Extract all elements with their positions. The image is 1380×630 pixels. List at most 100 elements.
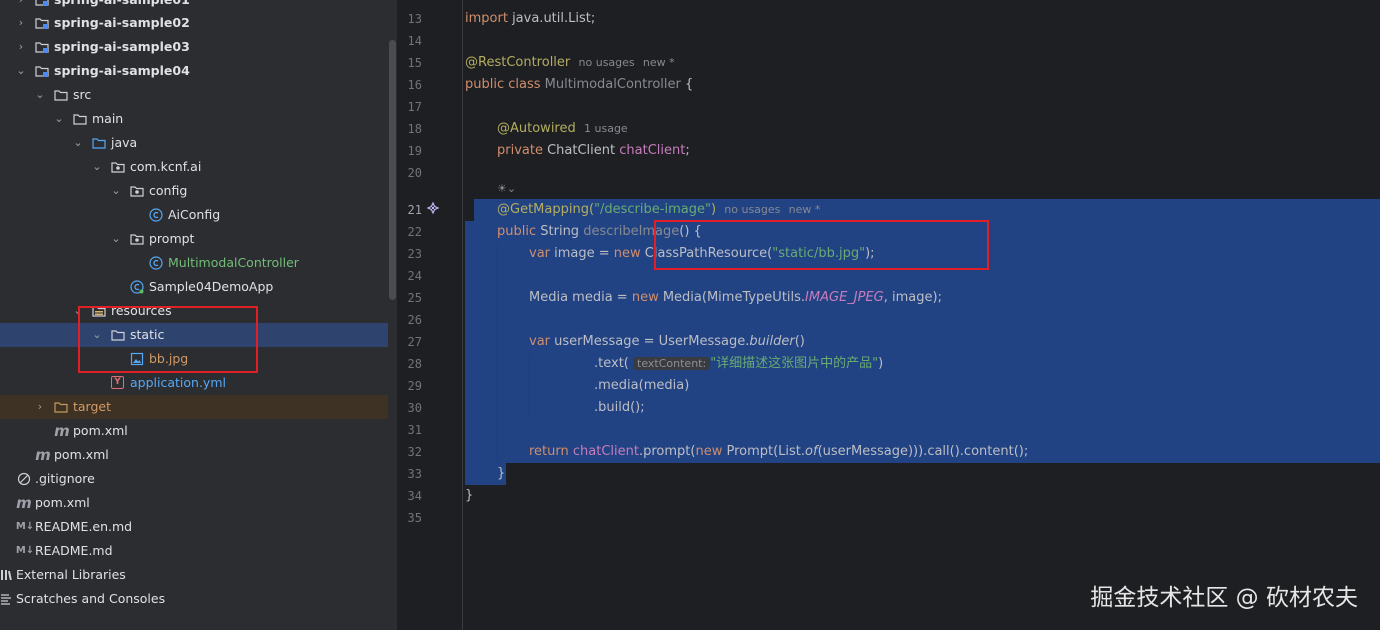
tree-item-label: spring-ai-sample02 bbox=[54, 15, 190, 30]
module-folder-icon bbox=[35, 66, 49, 77]
tree-item-src[interactable]: ⌄ src bbox=[0, 83, 388, 107]
tree-item-main[interactable]: ⌄ main bbox=[0, 107, 388, 131]
code-text: .prompt( bbox=[638, 444, 696, 459]
tree-item-label: java bbox=[111, 135, 138, 150]
line-number: 27 bbox=[407, 335, 422, 349]
code-text: Prompt(List. bbox=[722, 444, 806, 459]
code-line-25[interactable]: Media media = new Media(MimeTypeUtils.IM… bbox=[529, 287, 942, 309]
tree-item-external-libraries[interactable]: External Libraries bbox=[0, 563, 388, 587]
module-folder-icon bbox=[35, 18, 49, 29]
code-line-13[interactable]: import java.util.List; bbox=[465, 8, 595, 30]
annotation: @Autowired bbox=[497, 121, 576, 136]
tree-item-readme-md[interactable]: M↓ README.md bbox=[0, 539, 388, 563]
tree-item-multimodalcontroller[interactable]: MultimodalController bbox=[0, 251, 388, 275]
tree-item-pom-xml[interactable]: m pom.xml bbox=[0, 443, 388, 467]
chevron-down-icon[interactable]: ⌄ bbox=[53, 107, 65, 131]
keyword: var bbox=[529, 334, 551, 349]
tree-item-pom-xml[interactable]: m pom.xml bbox=[0, 419, 388, 443]
code-line-32[interactable]: return chatClient.prompt(new Prompt(List… bbox=[529, 441, 1028, 463]
code-line-33[interactable]: } bbox=[497, 463, 505, 485]
tree-item-label: spring-ai-sample04 bbox=[54, 63, 190, 78]
ignore-file-icon bbox=[17, 472, 31, 486]
code-line-19[interactable]: private ChatClient chatClient; bbox=[497, 140, 690, 162]
tree-item-java[interactable]: ⌄ java bbox=[0, 131, 388, 155]
chevron-down-icon[interactable]: ⌄ bbox=[72, 131, 84, 155]
tree-item-label: MultimodalController bbox=[168, 255, 299, 270]
line-number: 25 bbox=[407, 291, 422, 305]
code-line-27[interactable]: var userMessage = UserMessage.builder() bbox=[529, 331, 805, 353]
chevron-down-icon[interactable]: ⌄ bbox=[110, 227, 122, 251]
tree-item-gitignore[interactable]: .gitignore bbox=[0, 467, 388, 491]
line-number: 18 bbox=[407, 122, 422, 136]
ai-generate-hint[interactable]: ☀⌄ bbox=[497, 180, 516, 198]
ai-assistant-gutter-icon[interactable] bbox=[426, 202, 440, 216]
code-line-30[interactable]: .build(); bbox=[594, 397, 645, 419]
tree-item-pom-xml[interactable]: m pom.xml bbox=[0, 491, 388, 515]
highlight-box bbox=[78, 306, 258, 373]
code-text: , image); bbox=[883, 290, 942, 305]
tree-item-prompt[interactable]: ⌄ prompt bbox=[0, 227, 388, 251]
code-line-28[interactable]: .text( textContent: "详细描述这张图片中的产品") bbox=[594, 353, 883, 375]
tree-item-label: com.kcnf.ai bbox=[130, 159, 202, 174]
author-hint[interactable]: new * bbox=[643, 56, 675, 69]
chevron-down-icon[interactable]: ⌄ bbox=[34, 83, 46, 107]
tree-scrollbar-thumb[interactable] bbox=[389, 40, 396, 300]
tree-item-label: External Libraries bbox=[16, 567, 126, 582]
folder-icon bbox=[54, 90, 68, 101]
tree-item-spring-ai-sample03[interactable]: › spring-ai-sample03 bbox=[0, 35, 388, 59]
chevron-right-icon[interactable]: › bbox=[15, 35, 27, 59]
markdown-icon: M↓ bbox=[15, 545, 35, 556]
code-line-21[interactable]: @GetMapping("/describe-image") no usages… bbox=[497, 199, 820, 221]
code-text: Media(MimeTypeUtils. bbox=[658, 290, 806, 305]
tree-item-label: Scratches and Consoles bbox=[16, 591, 166, 606]
tree-item-label: config bbox=[149, 183, 188, 198]
code-line-18[interactable]: @Autowired 1 usage bbox=[497, 118, 628, 140]
line-number: 20 bbox=[407, 166, 422, 180]
line-number: 32 bbox=[407, 445, 422, 459]
code-line-29[interactable]: .media(media) bbox=[594, 375, 689, 397]
keyword: new bbox=[631, 290, 659, 305]
usages-hint[interactable]: no usages bbox=[724, 203, 780, 216]
tree-item-aiconfig[interactable]: AiConfig bbox=[0, 203, 388, 227]
annotation: ) bbox=[710, 202, 717, 217]
tree-item-spring-ai-sample02[interactable]: › spring-ai-sample02 bbox=[0, 11, 388, 35]
line-number: 16 bbox=[407, 78, 422, 92]
project-tree-panel[interactable]: › spring-ai-sample01 › spring-ai-sample0… bbox=[0, 0, 388, 630]
line-number: 24 bbox=[407, 269, 422, 283]
line-number: 19 bbox=[407, 144, 422, 158]
code-line-16[interactable]: public class MultimodalController { bbox=[465, 74, 693, 96]
tree-scrollbar[interactable] bbox=[388, 0, 397, 630]
usages-hint[interactable]: no usages bbox=[579, 56, 635, 69]
tree-item-scratches-and-consoles[interactable]: Scratches and Consoles bbox=[0, 587, 388, 611]
ai-generate-icon[interactable]: ☀⌄ bbox=[497, 182, 516, 195]
chevron-down-icon[interactable]: ⌄ bbox=[91, 155, 103, 179]
chevron-down-icon[interactable]: ⌄ bbox=[110, 179, 122, 203]
tree-item-config[interactable]: ⌄ config bbox=[0, 179, 388, 203]
tree-item-com-kcnf-ai[interactable]: ⌄ com.kcnf.ai bbox=[0, 155, 388, 179]
maven-icon: m bbox=[54, 422, 70, 440]
author-hint[interactable]: new * bbox=[789, 203, 821, 216]
tree-item-label: pom.xml bbox=[35, 495, 90, 510]
code-line-15[interactable]: @RestController no usages new * bbox=[465, 52, 675, 74]
line-number: 29 bbox=[407, 379, 422, 393]
usages-hint[interactable]: 1 usage bbox=[584, 122, 628, 135]
code-text: .text( bbox=[594, 356, 629, 371]
tree-item-label: spring-ai-sample03 bbox=[54, 39, 190, 54]
package-icon bbox=[130, 186, 144, 197]
tree-item-sample04demoapp[interactable]: Sample04DemoApp bbox=[0, 275, 388, 299]
tree-item-application-yml[interactable]: Y application.yml bbox=[0, 371, 388, 395]
tree-item-readme-en-md[interactable]: M↓ README.en.md bbox=[0, 515, 388, 539]
type: ChatClient bbox=[542, 143, 620, 158]
maven-icon: m bbox=[35, 446, 51, 464]
tree-item-spring-ai-sample04[interactable]: ⌄ spring-ai-sample04 bbox=[0, 59, 388, 83]
chevron-down-icon[interactable]: ⌄ bbox=[15, 59, 27, 83]
source-folder-icon bbox=[92, 138, 106, 149]
line-number: 35 bbox=[407, 511, 422, 525]
tree-item-target[interactable]: › target bbox=[0, 395, 388, 419]
keyword: new bbox=[695, 444, 723, 459]
chevron-right-icon[interactable]: › bbox=[15, 11, 27, 35]
chevron-right-icon[interactable]: › bbox=[34, 395, 46, 419]
keyword: public bbox=[497, 224, 537, 239]
code-line-34[interactable]: } bbox=[465, 485, 473, 507]
static-constant: IMAGE_JPEG bbox=[805, 290, 884, 305]
